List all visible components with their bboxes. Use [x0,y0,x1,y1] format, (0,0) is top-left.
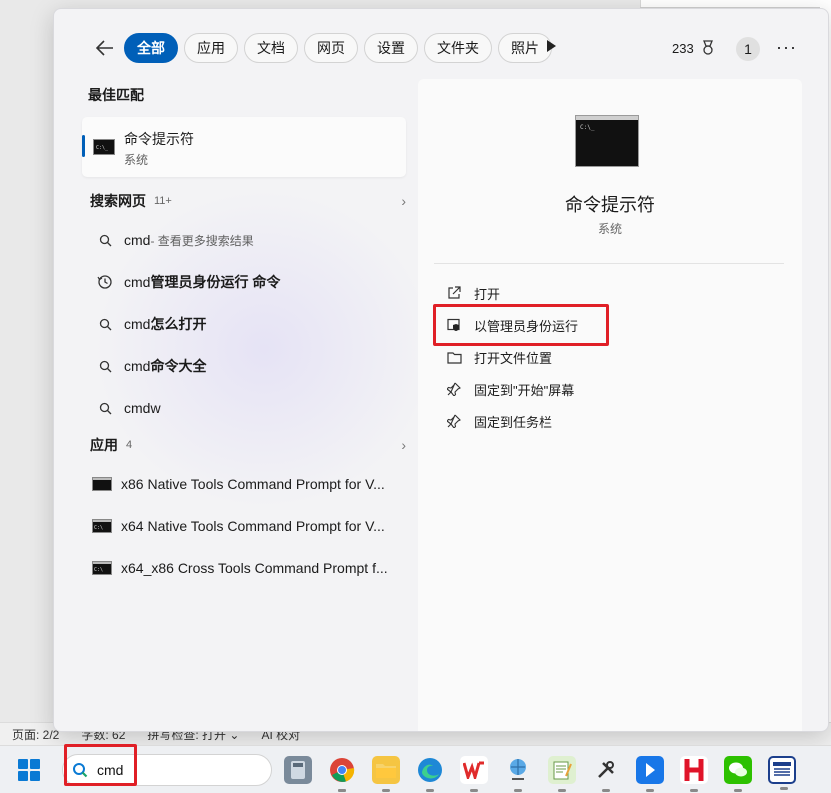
start-button[interactable] [18,759,40,781]
filter-web[interactable]: 网页 [304,33,358,63]
h-app-icon[interactable] [680,756,708,792]
web-result[interactable]: cmd - 查看更多搜索结果 [82,219,410,261]
news-icon[interactable] [768,756,796,790]
highlight-run-as-admin [433,304,609,346]
blue-app-icon[interactable] [636,756,664,792]
divider [434,263,784,264]
command-prompt-icon: C:\_ [93,139,115,155]
action-pin-to-start[interactable]: 固定到"开始"屏幕 [446,373,578,405]
play-icon [547,40,556,52]
filter-all[interactable]: 全部 [124,33,178,63]
detail-subtitle: 系统 [597,222,622,236]
action-list: 打开 以管理员身份运行 打开文件位置 固定到"开始"屏幕 固定到任务栏 [446,277,578,437]
calculator-icon[interactable] [284,756,312,784]
more-filters-button[interactable] [544,39,562,57]
web-result[interactable]: cmdw [82,387,410,429]
filter-settings[interactable]: 设置 [364,33,418,63]
folder-icon [446,349,462,365]
wechat-icon[interactable] [724,756,752,792]
web-result[interactable]: cmd 命令大全 [82,345,410,387]
edge-icon[interactable] [416,756,444,792]
filter-documents[interactable]: 文档 [244,33,298,63]
command-prompt-large-icon: C:\_ [575,115,639,167]
svg-text:C:\: C:\ [94,567,103,573]
filter-folders[interactable]: 文件夹 [424,33,492,63]
filter-bar: 全部 应用 文档 网页 设置 文件夹 照片 233 1 ··· [54,31,828,65]
command-prompt-icon: C:\ [92,519,112,533]
search-icon [96,402,114,415]
detail-title: 命令提示符 [565,195,655,215]
app-result[interactable]: x86 Native Tools Command Prompt for V... [82,463,410,505]
best-match-name: 命令提示符 [124,131,194,147]
medal-icon [702,40,713,55]
chevron-right-icon: › [401,437,406,453]
page-count: 页面: 2/2 [12,727,60,742]
pin-icon [446,413,462,429]
notepad-icon[interactable] [548,756,576,792]
svg-text:C:\_: C:\_ [96,145,109,151]
search-icon [96,318,114,331]
filter-apps[interactable]: 应用 [184,33,238,63]
app-result[interactable]: C:\ x64_x86 Cross Tools Command Prompt f… [82,547,410,589]
pin-icon [446,381,462,397]
back-button[interactable] [92,35,118,61]
highlight-search-box [64,744,137,786]
tools-icon[interactable] [592,756,620,792]
search-panel: 全部 应用 文档 网页 设置 文件夹 照片 233 1 ··· 最佳匹配 C:\… [53,8,829,732]
command-prompt-icon: C:\ [92,561,112,575]
file-explorer-icon[interactable] [372,756,400,792]
more-options-button[interactable]: ··· [776,37,797,58]
history-icon [96,274,114,290]
best-match-heading: 最佳匹配 [88,87,144,103]
command-prompt-icon [92,477,112,491]
wps-icon[interactable] [460,756,488,792]
search-icon [96,234,114,247]
document-page-edge [640,0,820,8]
action-pin-to-taskbar[interactable]: 固定到任务栏 [446,405,578,437]
rewards-points[interactable]: 233 [672,40,716,56]
chevron-right-icon: › [401,193,406,209]
results-list: 最佳匹配 C:\_ 命令提示符 系统 搜索网页 11+ › cmd - 查看更多… [82,85,410,589]
best-match-item[interactable]: C:\_ 命令提示符 系统 [82,117,406,177]
globe-icon[interactable] [504,756,532,792]
open-icon [446,285,462,301]
search-icon [96,360,114,373]
web-result[interactable]: cmd 管理员身份运行 命令 [82,261,410,303]
app-result[interactable]: C:\ x64 Native Tools Command Prompt for … [82,505,410,547]
web-result[interactable]: cmd 怎么打开 [82,303,410,345]
web-search-header[interactable]: 搜索网页 11+ › [82,187,410,215]
arrow-left-icon [96,40,113,56]
account-avatar[interactable]: 1 [736,37,760,61]
svg-text:C:\: C:\ [94,525,103,531]
apps-header[interactable]: 应用 4 › [82,431,410,459]
chrome-icon[interactable] [328,756,356,792]
svg-text:C:\_: C:\_ [580,124,595,131]
best-match-type: 系统 [124,153,149,167]
detail-pane: C:\_ 命令提示符 系统 打开 以管理员身份运行 打开文件位置 固定到"开始"… [418,79,802,731]
